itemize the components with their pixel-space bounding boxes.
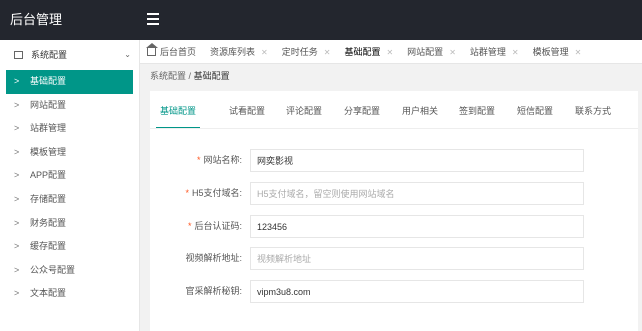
subtab-comment-config[interactable]: 评论配置 xyxy=(286,91,322,128)
chevron-down-icon: ⌄ xyxy=(124,50,131,59)
subtab-basic-config[interactable]: 基础配置 xyxy=(155,91,201,128)
tab-site-config[interactable]: 网站配置 ✕ xyxy=(400,40,463,63)
form-row-official-parse-key: 官采解析秘钥: xyxy=(150,280,638,303)
sidebar-item-site-config[interactable]: > 网站配置 xyxy=(0,94,139,118)
close-icon[interactable]: ✕ xyxy=(512,48,519,57)
page-tabs: 后台首页 资源库列表 ✕ 定时任务 ✕ 基础配置 ✕ 网站配置 ✕ 站群管理 ✕ 模板管理 ✕ xyxy=(140,40,642,64)
form-label: * H5支付域名: xyxy=(185,188,242,198)
sidebar-group-system-config[interactable]: 系统配置 ⌄ xyxy=(0,40,139,70)
official-parse-key-input[interactable] xyxy=(250,280,584,303)
chevron-right-icon: > xyxy=(14,123,20,134)
subtab-contact[interactable]: 联系方式 xyxy=(575,91,611,128)
sidebar-item-label: 基础配置 xyxy=(30,76,67,86)
close-icon[interactable]: ✕ xyxy=(449,48,456,57)
tab-label: 资源库列表 xyxy=(210,47,256,57)
tab-label: 模板管理 xyxy=(532,47,569,57)
sidebar-item-label: 缓存配置 xyxy=(30,241,67,252)
sidebar-item-basic-config[interactable]: > 基础配置 xyxy=(6,70,133,94)
sidebar: 系统配置 ⌄ > 基础配置 > 网站配置 > 站群管理 > 模板管理 > APP配置 > 存… xyxy=(0,40,140,331)
chevron-right-icon: > xyxy=(14,288,20,299)
breadcrumb-current: 基础配置 xyxy=(193,71,230,81)
sidebar-item-label: 存储配置 xyxy=(30,193,67,204)
sidebar-group-label: 系统配置 xyxy=(31,50,68,60)
sidebar-item-app-config[interactable]: > APP配置 xyxy=(0,164,139,188)
required-mark: * xyxy=(187,221,192,231)
sidebar-item-label: 文本配置 xyxy=(30,288,67,299)
close-icon[interactable]: ✕ xyxy=(575,48,582,57)
subtab-share-config[interactable]: 分享配置 xyxy=(344,91,380,128)
hamburger-icon[interactable] xyxy=(147,13,160,25)
chevron-right-icon: > xyxy=(14,146,20,157)
breadcrumb-separator: / xyxy=(188,71,192,81)
tab-label: 后台首页 xyxy=(160,47,197,57)
form-row-video-parse-url: 视频解析地址: xyxy=(150,247,638,270)
top-bar: 后台管理 xyxy=(0,0,642,40)
sidebar-item-storage-config[interactable]: > 存储配置 xyxy=(0,188,139,212)
required-mark: * xyxy=(185,188,189,198)
sidebar-item-wechat-config[interactable]: > 公众号配置 xyxy=(0,259,139,283)
form-label: 官采解析秘钥: xyxy=(185,286,242,296)
tab-templates[interactable]: 模板管理 ✕ xyxy=(526,40,589,63)
chevron-right-icon: > xyxy=(14,193,20,204)
sidebar-item-label: 公众号配置 xyxy=(30,264,76,275)
tab-basic-config[interactable]: 基础配置 ✕ xyxy=(337,40,400,63)
close-icon[interactable]: ✕ xyxy=(261,48,268,57)
tab-scheduled-tasks[interactable]: 定时任务 ✕ xyxy=(275,40,338,63)
breadcrumb: 系统配置 / 基础配置 xyxy=(150,69,230,82)
sidebar-item-label: 模板管理 xyxy=(30,146,67,157)
tab-site-group[interactable]: 站群管理 ✕ xyxy=(463,40,526,63)
config-card: 基础配置 试看配置 评论配置 分享配置 用户相关 签到配置 短信配置 联系方式 … xyxy=(150,91,638,331)
tab-label: 站群管理 xyxy=(469,47,506,57)
subtab-trial-config[interactable]: 试看配置 xyxy=(229,91,265,128)
chevron-right-icon: > xyxy=(14,170,20,181)
site-name-input[interactable] xyxy=(250,149,584,172)
chevron-right-icon: > xyxy=(14,217,20,228)
sidebar-item-site-group[interactable]: > 站群管理 xyxy=(0,117,139,141)
tab-label: 基础配置 xyxy=(344,47,381,57)
config-subtabs: 基础配置 试看配置 评论配置 分享配置 用户相关 签到配置 短信配置 联系方式 xyxy=(150,91,638,129)
subtab-user-related[interactable]: 用户相关 xyxy=(402,91,438,128)
form-row-site-name: * 网站名称: xyxy=(150,149,638,172)
chevron-right-icon: > xyxy=(14,99,20,110)
tab-home[interactable]: 后台首页 xyxy=(140,40,203,63)
video-parse-url-input[interactable] xyxy=(250,247,584,270)
form-row-admin-auth-code: * 后台认证码: xyxy=(150,215,638,238)
settings-icon xyxy=(14,51,23,59)
sidebar-item-text-config[interactable]: > 文本配置 xyxy=(0,282,139,306)
app-title: 后台管理 xyxy=(10,12,63,27)
close-icon[interactable]: ✕ xyxy=(324,48,331,57)
sidebar-item-templates[interactable]: > 模板管理 xyxy=(0,141,139,165)
form-row-h5-pay-domain: * H5支付域名: xyxy=(150,182,638,205)
chevron-right-icon: > xyxy=(14,76,20,86)
form-label: 视频解析地址: xyxy=(185,253,242,263)
tab-label: 定时任务 xyxy=(281,47,318,57)
h5-pay-domain-input[interactable] xyxy=(250,182,584,205)
sidebar-item-label: 站群管理 xyxy=(30,123,67,134)
tab-resource-list[interactable]: 资源库列表 ✕ xyxy=(203,40,275,63)
sidebar-item-label: APP配置 xyxy=(30,170,67,181)
sidebar-item-label: 财务配置 xyxy=(30,217,67,228)
home-icon xyxy=(146,43,158,56)
form-label: * 后台认证码: xyxy=(187,221,242,231)
admin-auth-code-input[interactable] xyxy=(250,215,584,238)
sidebar-item-label: 网站配置 xyxy=(30,99,67,110)
subtab-checkin-config[interactable]: 签到配置 xyxy=(459,91,495,128)
sidebar-item-finance-config[interactable]: > 财务配置 xyxy=(0,212,139,236)
close-icon[interactable]: ✕ xyxy=(386,48,393,57)
tab-label: 网站配置 xyxy=(407,47,444,57)
form-label: * 网站名称: xyxy=(196,155,242,165)
sidebar-item-cache-config[interactable]: > 缓存配置 xyxy=(0,235,139,259)
required-mark: * xyxy=(196,155,201,165)
breadcrumb-parent[interactable]: 系统配置 xyxy=(150,71,186,81)
subtab-sms-config[interactable]: 短信配置 xyxy=(517,91,553,128)
chevron-right-icon: > xyxy=(14,241,20,252)
chevron-right-icon: > xyxy=(14,264,20,275)
